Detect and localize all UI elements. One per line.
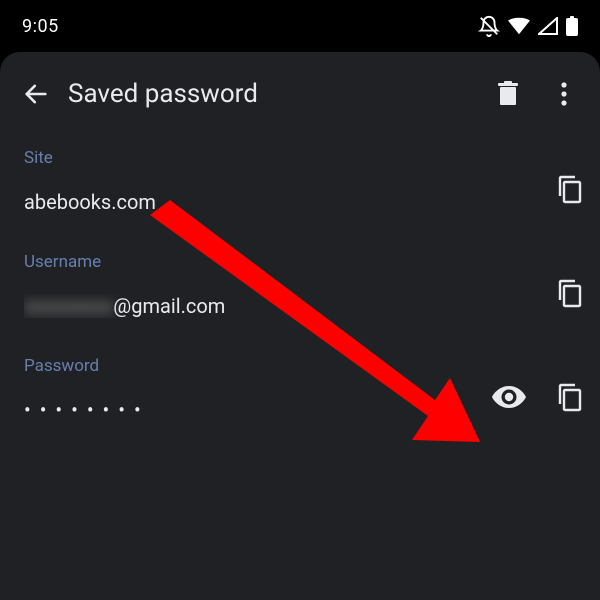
signal-icon	[538, 17, 558, 35]
status-icons	[478, 15, 578, 37]
password-row: Password • • • • • • • •	[24, 350, 576, 454]
copy-username-button[interactable]	[556, 278, 582, 308]
app-surface: Saved password Site abebooks.com	[0, 52, 600, 600]
wifi-icon	[508, 17, 530, 35]
battery-icon	[566, 16, 578, 36]
site-label: Site	[24, 148, 576, 168]
app-bar: Saved password	[0, 52, 600, 136]
arrow-back-icon	[22, 80, 50, 108]
username-suffix: @gmail.com	[113, 294, 225, 318]
trash-icon	[496, 81, 520, 107]
delete-button[interactable]	[480, 66, 536, 122]
copy-site-button[interactable]	[556, 174, 582, 204]
username-redacted: xxxxxxxxx	[24, 294, 113, 318]
eye-icon	[492, 386, 526, 408]
site-row: Site abebooks.com	[24, 142, 576, 246]
password-details: Site abebooks.com Username	[0, 136, 600, 454]
copy-icon	[556, 278, 582, 308]
password-label: Password	[24, 356, 576, 376]
more-vert-icon	[561, 82, 567, 106]
page-title: Saved password	[64, 79, 480, 109]
username-label: Username	[24, 252, 576, 272]
notifications-off-icon	[478, 15, 500, 37]
status-bar: 9:05	[0, 0, 600, 52]
copy-icon	[556, 382, 582, 412]
status-time: 9:05	[22, 16, 59, 37]
copy-icon	[556, 174, 582, 204]
show-password-button[interactable]	[492, 386, 526, 408]
overflow-menu-button[interactable]	[536, 66, 592, 122]
username-row: Username xxxxxxxxx@gmail.com	[24, 246, 576, 350]
site-value[interactable]: abebooks.com	[24, 190, 576, 214]
username-value[interactable]: xxxxxxxxx@gmail.com	[24, 294, 576, 318]
copy-password-button[interactable]	[556, 382, 582, 412]
back-button[interactable]	[8, 66, 64, 122]
